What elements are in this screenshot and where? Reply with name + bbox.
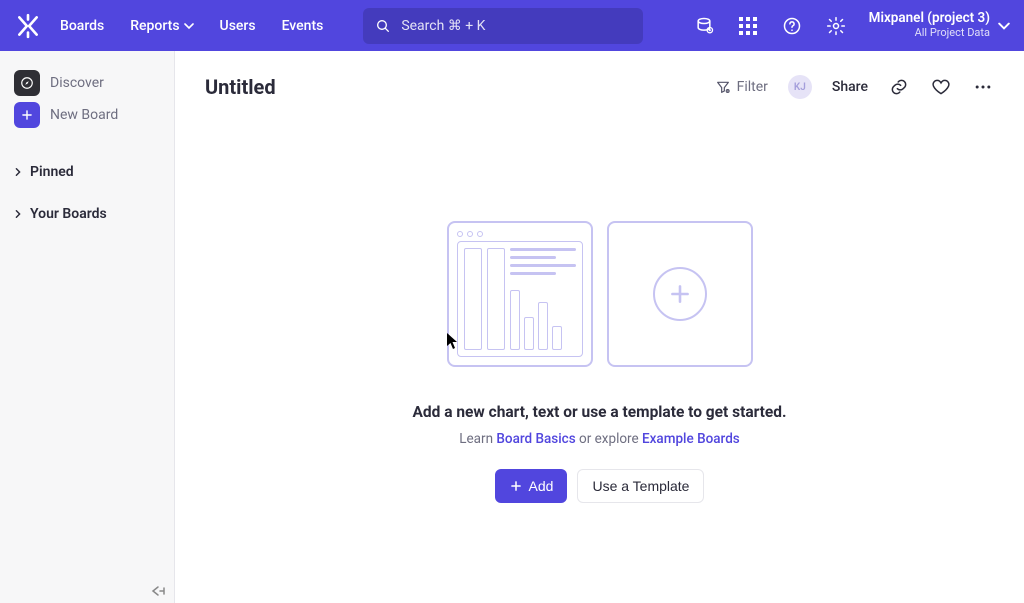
- use-template-button[interactable]: Use a Template: [577, 469, 704, 503]
- use-template-label: Use a Template: [592, 478, 689, 494]
- sidebar-section-your-boards-label: Your Boards: [30, 206, 107, 222]
- chevron-right-icon: [14, 210, 22, 218]
- sidebar-new-board[interactable]: New Board: [10, 99, 164, 131]
- filter-icon: [715, 79, 731, 95]
- chevron-down-icon: [998, 20, 1010, 32]
- app-logo[interactable]: [10, 8, 46, 44]
- plus-icon: [14, 102, 40, 128]
- sidebar-discover-label: Discover: [50, 75, 104, 91]
- nav-reports[interactable]: Reports: [130, 18, 193, 34]
- filter-button[interactable]: Filter: [715, 79, 768, 95]
- empty-illustration: [447, 221, 753, 367]
- project-switcher[interactable]: Mixpanel (project 3) All Project Data: [869, 11, 1010, 39]
- empty-title: Add a new chart, text or use a template …: [412, 403, 786, 421]
- project-subtitle: All Project Data: [915, 27, 990, 40]
- favorite-button[interactable]: [930, 76, 952, 98]
- apps-icon[interactable]: [737, 15, 759, 37]
- copy-link-button[interactable]: [888, 76, 910, 98]
- chevron-right-icon: [14, 168, 22, 176]
- sidebar-discover[interactable]: Discover: [10, 67, 164, 99]
- main-nav: Boards Reports Users Events: [60, 18, 323, 34]
- sidebar-section-pinned[interactable]: Pinned: [10, 157, 164, 187]
- empty-actions: Add Use a Template: [495, 469, 705, 503]
- link-board-basics[interactable]: Board Basics: [496, 431, 575, 447]
- nav-users[interactable]: Users: [220, 18, 256, 34]
- top-nav: Boards Reports Users Events Search ⌘ + K…: [0, 0, 1024, 51]
- empty-subtitle: Learn Board Basics or explore Example Bo…: [459, 431, 740, 447]
- link-example-boards[interactable]: Example Boards: [642, 431, 740, 447]
- share-button[interactable]: Share: [832, 79, 868, 95]
- project-info: Mixpanel (project 3) All Project Data: [869, 11, 990, 39]
- nav-boards[interactable]: Boards: [60, 18, 104, 34]
- sidebar-section-pinned-label: Pinned: [30, 164, 74, 180]
- search-placeholder: Search ⌘ + K: [401, 18, 485, 34]
- more-menu-button[interactable]: [972, 76, 994, 98]
- global-search[interactable]: Search ⌘ + K: [363, 8, 643, 44]
- board-header: Untitled Filter KJ Share: [175, 51, 1024, 111]
- nav-events[interactable]: Events: [282, 18, 324, 34]
- empty-learn-prefix: Learn: [459, 431, 496, 447]
- illustration-add: [607, 221, 753, 367]
- plus-icon: [667, 281, 693, 307]
- empty-or-explore: or explore: [576, 431, 642, 447]
- add-button-label: Add: [529, 478, 554, 494]
- filter-label: Filter: [737, 79, 768, 95]
- sidebar: Discover New Board Pinned Your Boards: [0, 51, 175, 603]
- chevron-down-icon: [184, 21, 194, 31]
- plus-icon: [509, 479, 523, 493]
- nav-reports-label: Reports: [130, 18, 179, 34]
- sidebar-section-your-boards[interactable]: Your Boards: [10, 199, 164, 229]
- collaborator-avatar[interactable]: KJ: [788, 75, 812, 99]
- board-title[interactable]: Untitled: [205, 75, 276, 99]
- lexicon-icon[interactable]: [693, 15, 715, 37]
- search-icon: [375, 18, 391, 34]
- add-button[interactable]: Add: [495, 469, 568, 503]
- sidebar-new-board-label: New Board: [50, 107, 118, 123]
- settings-icon[interactable]: [825, 15, 847, 37]
- sidebar-collapse[interactable]: [148, 583, 168, 599]
- illustration-dashboard: [447, 221, 593, 367]
- project-title: Mixpanel (project 3): [869, 11, 990, 27]
- main-content: Untitled Filter KJ Share: [175, 51, 1024, 603]
- discover-icon: [14, 70, 40, 96]
- nav-right: Mixpanel (project 3) All Project Data: [693, 11, 1010, 39]
- help-icon[interactable]: [781, 15, 803, 37]
- empty-state: Add a new chart, text or use a template …: [175, 111, 1024, 603]
